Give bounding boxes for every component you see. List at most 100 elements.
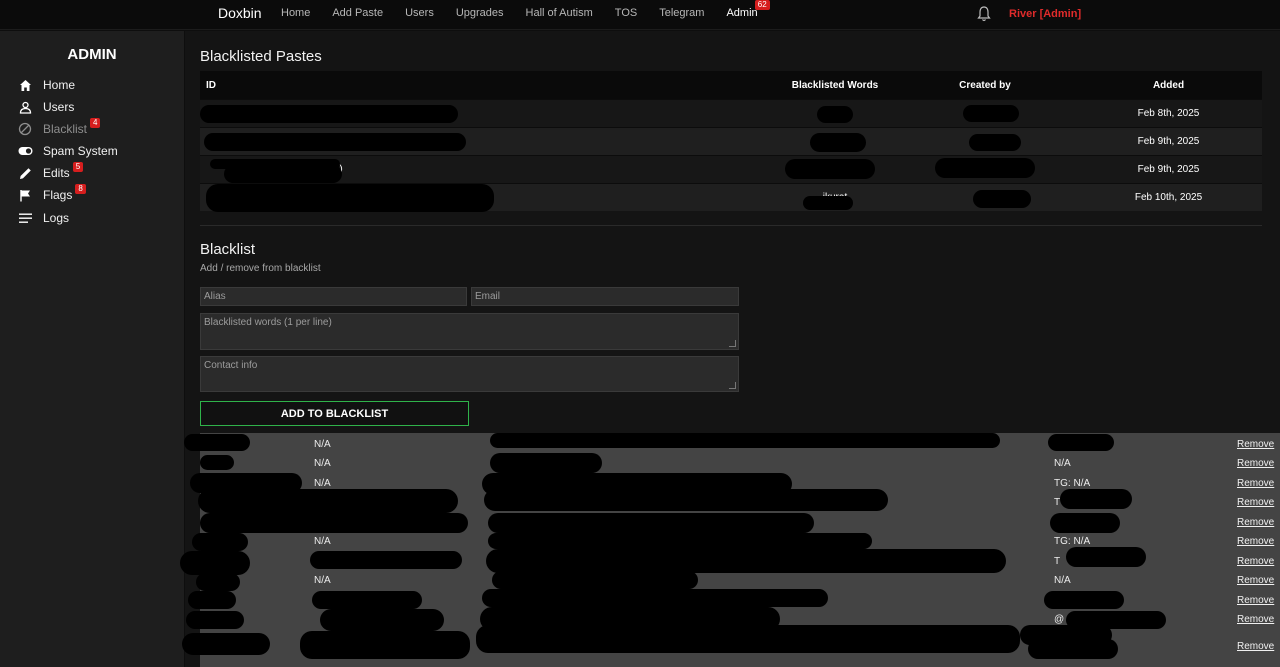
sidebar-item-blacklist[interactable]: Blacklist 4 bbox=[17, 118, 101, 139]
redaction bbox=[810, 133, 866, 152]
redaction bbox=[484, 489, 888, 511]
redaction bbox=[935, 158, 1035, 178]
redaction bbox=[184, 434, 250, 451]
contact-info-textarea[interactable]: Contact info bbox=[200, 356, 739, 392]
redaction bbox=[486, 549, 1006, 573]
remove-link[interactable]: Remove bbox=[1237, 556, 1274, 567]
nav-tos[interactable]: TOS bbox=[615, 7, 637, 19]
table-row[interactable]: Swacked ) Feb 9th, 2025 bbox=[200, 155, 1262, 183]
nav-users[interactable]: Users bbox=[405, 7, 434, 19]
redaction bbox=[1060, 489, 1132, 509]
redaction bbox=[200, 513, 468, 533]
pastes-title: Blacklisted Pastes bbox=[200, 48, 322, 65]
sidebar-item-flags[interactable]: Flags 8 bbox=[17, 184, 86, 205]
paste-added: Feb 9th, 2025 bbox=[1137, 164, 1200, 175]
blacklisted-words-textarea[interactable]: Blacklisted words (1 per line) bbox=[200, 313, 739, 350]
entry-contact: TG: N/A bbox=[1054, 478, 1091, 489]
nav-hall-of-autism[interactable]: Hall of Autism bbox=[526, 7, 593, 19]
sidebar-item-label: Spam System bbox=[43, 144, 118, 158]
redaction bbox=[969, 134, 1021, 151]
redaction bbox=[188, 591, 236, 609]
table-row[interactable]: C Feb 9th, 2025 bbox=[200, 127, 1262, 155]
blacklist-entries: N/A Remove N/A N/A Remove N/A TG: N/A Re… bbox=[180, 433, 1280, 667]
remove-link[interactable]: Remove bbox=[1237, 458, 1274, 469]
col-words: Blacklisted Words bbox=[791, 79, 879, 91]
blacklisted-pastes-table: ID Blacklisted Words Created by Added Fe… bbox=[200, 71, 1262, 212]
remove-link[interactable]: Remove bbox=[1237, 517, 1274, 528]
redaction bbox=[192, 533, 248, 551]
entry-contact: N/A bbox=[1054, 575, 1071, 586]
home-icon bbox=[17, 77, 33, 93]
paste-added: Feb 9th, 2025 bbox=[1137, 136, 1200, 147]
remove-link[interactable]: Remove bbox=[1237, 497, 1274, 508]
table-row[interactable]: darruf dainnah ikurat Feb 10th, 2025 bbox=[200, 183, 1262, 212]
sidebar-item-spam-system[interactable]: Spam System bbox=[17, 141, 118, 161]
redaction bbox=[186, 611, 244, 629]
redaction bbox=[817, 106, 853, 123]
sidebar-item-label: Users bbox=[43, 100, 75, 114]
ban-icon bbox=[17, 121, 33, 137]
entry-contact: N/A bbox=[1054, 458, 1071, 469]
sidebar-item-users[interactable]: Users bbox=[17, 97, 74, 117]
pencil-icon bbox=[17, 165, 33, 181]
remove-link[interactable]: Remove bbox=[1237, 575, 1274, 586]
blacklist-title: Blacklist bbox=[200, 241, 256, 258]
redaction bbox=[803, 196, 853, 210]
redaction bbox=[488, 513, 814, 533]
divider bbox=[200, 225, 1262, 226]
sidebar-item-logs[interactable]: Logs bbox=[17, 208, 69, 228]
entry-email: N/A bbox=[314, 536, 331, 547]
redaction bbox=[180, 551, 250, 575]
col-added: Added bbox=[1152, 79, 1185, 91]
entry-email: N/A bbox=[314, 439, 331, 450]
user-icon bbox=[17, 99, 33, 115]
nav-add-paste[interactable]: Add Paste bbox=[332, 7, 383, 19]
add-to-blacklist-button[interactable]: ADD TO BLACKLIST bbox=[200, 401, 469, 426]
current-user[interactable]: River [Admin] bbox=[1009, 8, 1081, 20]
nav-telegram[interactable]: Telegram bbox=[659, 7, 704, 19]
remove-link[interactable]: Remove bbox=[1237, 641, 1274, 652]
sidebar-item-label: Flags bbox=[43, 188, 73, 202]
sidebar-item-label: Home bbox=[43, 78, 76, 92]
redaction bbox=[1028, 639, 1118, 659]
email-input[interactable]: Email bbox=[471, 287, 739, 306]
col-id: ID bbox=[206, 79, 216, 91]
nav-admin[interactable]: Admin 62 bbox=[726, 0, 770, 19]
entry-contact: @ bbox=[1054, 614, 1065, 625]
redaction bbox=[785, 159, 875, 179]
table-row[interactable]: Feb 8th, 2025 bbox=[200, 99, 1262, 127]
admin-badge: 62 bbox=[754, 0, 770, 10]
blacklist-subtitle: Add / remove from blacklist bbox=[200, 263, 321, 274]
blacklist-badge: 4 bbox=[90, 118, 101, 128]
sidebar-item-edits[interactable]: Edits 5 bbox=[17, 162, 84, 183]
nav-home[interactable]: Home bbox=[281, 7, 310, 19]
bell-icon[interactable] bbox=[977, 6, 991, 22]
nav-upgrades[interactable]: Upgrades bbox=[456, 7, 504, 19]
sidebar-item-label: Blacklist bbox=[43, 122, 88, 136]
table-body: Feb 8th, 2025 C Feb 9th, 2025 Swacked ) … bbox=[200, 99, 1262, 212]
toggle-icon bbox=[17, 143, 33, 159]
remove-link[interactable]: Remove bbox=[1237, 595, 1274, 606]
sidebar-item-home[interactable]: Home bbox=[17, 75, 75, 95]
redaction bbox=[1044, 591, 1124, 609]
alias-input[interactable]: Alias bbox=[200, 287, 467, 306]
remove-link[interactable]: Remove bbox=[1237, 439, 1274, 450]
remove-link[interactable]: Remove bbox=[1237, 536, 1274, 547]
redaction bbox=[492, 571, 698, 589]
redaction bbox=[476, 625, 1020, 653]
redaction bbox=[1048, 434, 1114, 451]
list-icon bbox=[17, 210, 33, 226]
redaction bbox=[224, 165, 342, 183]
remove-link[interactable]: Remove bbox=[1237, 478, 1274, 489]
sidebar-item-label: Edits bbox=[43, 166, 70, 180]
redaction bbox=[200, 105, 458, 123]
top-navbar: Doxbin Home Add Paste Users Upgrades Hal… bbox=[0, 0, 1280, 30]
col-created-by: Created by bbox=[959, 79, 1011, 91]
brand-logo[interactable]: Doxbin bbox=[218, 5, 262, 21]
flag-icon bbox=[17, 187, 33, 203]
remove-link[interactable]: Remove bbox=[1237, 614, 1274, 625]
redaction bbox=[200, 455, 234, 470]
redaction bbox=[310, 551, 462, 569]
redaction bbox=[1050, 513, 1120, 533]
nav-links: Home Add Paste Users Upgrades Hall of Au… bbox=[281, 0, 780, 19]
